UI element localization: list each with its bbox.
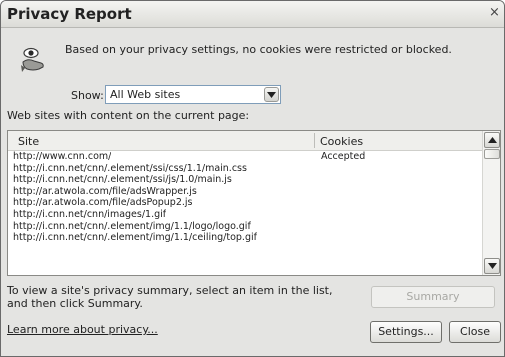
title-bar: Privacy Report × (1, 1, 504, 28)
list-row[interactable]: http://i.cnn.net/cnn/.element/img/1.1/ce… (8, 232, 482, 244)
sites-caption: Web sites with content on the current pa… (7, 109, 250, 122)
scroll-up-icon[interactable] (484, 132, 500, 148)
settings-button[interactable]: Settings... (370, 321, 442, 343)
row-site: http://i.cnn.net/cnn/.element/ssi/js/1.0… (13, 174, 232, 186)
show-filter-select[interactable]: All Web sites (105, 85, 281, 104)
privacy-summary-message: Based on your privacy settings, no cooki… (65, 43, 452, 56)
row-site: http://i.cnn.net/cnn/.element/img/1.1/lo… (13, 220, 251, 232)
column-header-site[interactable]: Site (18, 135, 39, 148)
privacy-report-dialog: Privacy Report × Based on your privacy s… (0, 0, 505, 357)
list-row[interactable]: http://i.cnn.net/cnn/.element/img/1.1/lo… (8, 221, 482, 233)
row-cookies: Accepted (321, 151, 366, 162)
row-site: http://i.cnn.net/cnn/images/1.gif (13, 208, 167, 220)
scroll-down-icon[interactable] (484, 258, 500, 274)
vertical-scrollbar[interactable] (482, 131, 500, 275)
list-rows: http://www.cnn.com/ Accepted http://i.cn… (8, 151, 482, 244)
list-row[interactable]: http://i.cnn.net/cnn/images/1.gif (8, 209, 482, 221)
list-row[interactable]: http://ar.atwola.com/file/adsPopup2.js (8, 197, 482, 209)
summary-hint: To view a site's privacy summary, select… (7, 284, 333, 310)
row-site: http://ar.atwola.com/file/adsPopup2.js (13, 197, 193, 209)
row-site: http://i.cnn.net/cnn/.element/ssi/css/1.… (13, 162, 247, 174)
list-row[interactable]: http://i.cnn.net/cnn/.element/ssi/js/1.0… (8, 174, 482, 186)
summary-button[interactable]: Summary (371, 286, 495, 308)
scrollbar-thumb[interactable] (484, 149, 500, 159)
row-site: http://www.cnn.com/ (13, 151, 112, 162)
privacy-eye-icon (19, 45, 47, 75)
show-filter-value: All Web sites (110, 88, 181, 101)
list-header: Site Cookies (8, 131, 482, 151)
dropdown-arrow-icon[interactable] (264, 87, 279, 102)
close-icon[interactable]: × (489, 4, 504, 22)
dialog-title: Privacy Report (7, 5, 132, 23)
learn-more-link[interactable]: Learn more about privacy... (7, 323, 158, 336)
list-row[interactable]: http://i.cnn.net/cnn/.element/ssi/css/1.… (8, 163, 482, 175)
list-row[interactable]: http://www.cnn.com/ Accepted (8, 151, 482, 163)
row-site: http://ar.atwola.com/file/adsWrapper.js (13, 185, 197, 197)
row-site: http://i.cnn.net/cnn/.element/img/1.1/ce… (13, 232, 257, 244)
column-header-cookies[interactable]: Cookies (320, 135, 363, 148)
close-button[interactable]: Close (449, 321, 501, 343)
sites-list[interactable]: Site Cookies http://www.cnn.com/ Accepte… (7, 130, 501, 276)
column-divider[interactable] (314, 133, 315, 148)
list-row[interactable]: http://ar.atwola.com/file/adsWrapper.js (8, 186, 482, 198)
show-filter-label: Show: (71, 89, 104, 102)
